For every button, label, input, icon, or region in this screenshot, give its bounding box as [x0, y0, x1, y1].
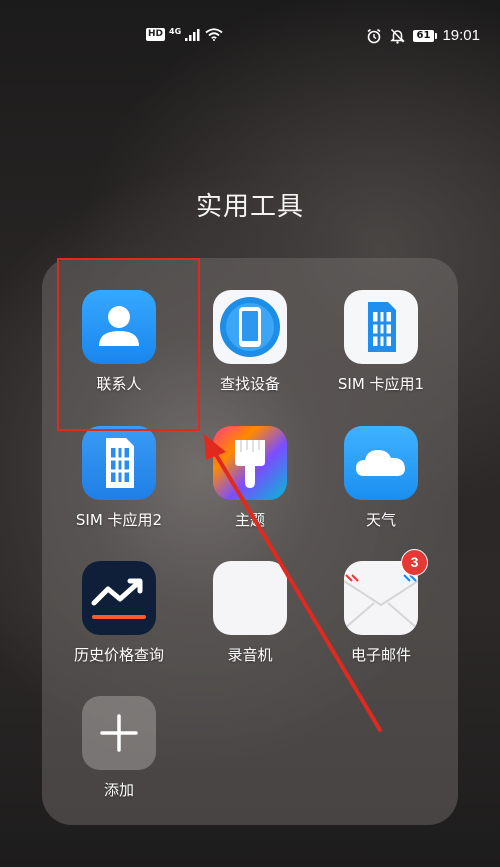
app-find-device[interactable]: 查找设备 — [190, 290, 310, 394]
hd-indicator: HD — [146, 28, 166, 41]
wifi-icon — [205, 28, 223, 41]
notification-badge: 3 — [401, 549, 428, 576]
price-trend-icon — [82, 561, 156, 635]
app-label: SIM 卡应用1 — [337, 375, 425, 393]
status-bar: HD 4G 61 19:01 — [0, 0, 500, 70]
battery-indicator: 61 — [412, 29, 438, 42]
mute-bell-icon — [389, 28, 405, 44]
app-label: 查找设备 — [219, 375, 280, 393]
app-label: SIM 卡应用2 — [75, 511, 163, 529]
app-label: 电子邮件 — [350, 646, 411, 664]
find-device-icon — [213, 290, 287, 364]
recorder-waveform-icon — [213, 561, 287, 635]
app-label: 历史价格查询 — [73, 646, 164, 664]
network-type: 4G — [169, 26, 182, 36]
app-price-history[interactable]: 历史价格查询 — [59, 561, 179, 665]
app-sim-2[interactable]: SIM 卡应用2 — [59, 426, 179, 530]
app-weather[interactable]: 天气 — [321, 426, 441, 530]
app-theme[interactable]: 主题 — [190, 426, 310, 530]
folder-title[interactable]: 实用工具 — [0, 186, 500, 223]
app-sim-1[interactable]: SIM 卡应用1 — [321, 290, 441, 394]
app-label: 添加 — [103, 781, 134, 799]
email-envelope-icon: 3 — [343, 549, 428, 635]
app-label: 天气 — [365, 511, 396, 529]
app-email[interactable]: 3 电子邮件 — [321, 549, 441, 665]
app-recorder[interactable]: 录音机 — [190, 561, 310, 665]
sim-card-icon — [82, 426, 156, 500]
highlight-annotation-box — [57, 258, 200, 431]
app-add[interactable]: 添加 — [59, 696, 179, 800]
weather-cloud-icon — [344, 426, 418, 500]
alarm-icon — [367, 28, 381, 43]
status-left: HD 4G — [146, 26, 223, 41]
app-label: 录音机 — [227, 646, 273, 664]
status-clock: 19:01 — [442, 27, 480, 44]
sim-card-icon — [344, 290, 418, 364]
status-right: 61 19:01 — [366, 27, 480, 44]
add-plus-icon — [82, 696, 156, 770]
app-label: 主题 — [234, 511, 265, 529]
theme-brush-icon — [213, 426, 287, 500]
signal-icon — [185, 28, 200, 41]
